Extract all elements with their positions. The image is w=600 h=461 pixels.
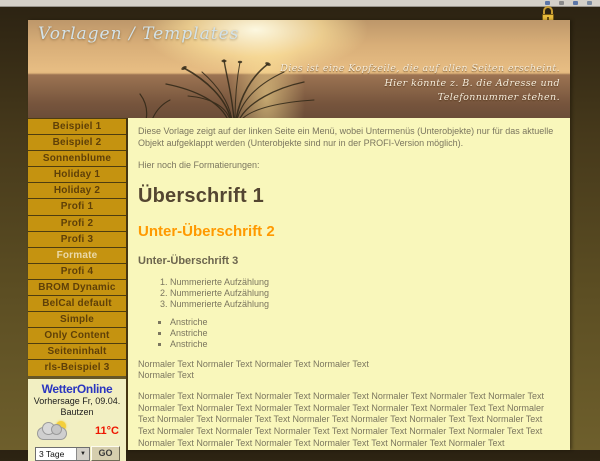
list-item: Anstriche — [170, 317, 558, 328]
sun-behind-cloud-icon — [37, 421, 71, 441]
sidebar-item-only-content[interactable]: Only Content — [28, 327, 126, 343]
weather-widget: WetterOnline Vorhersage Fr, 09.04. Bautz… — [28, 379, 126, 461]
sidebar-item-brom-dynamic[interactable]: BROM Dynamic — [28, 279, 126, 295]
heading-1: Überschrift 1 — [138, 183, 558, 209]
sidebar-item-seiteninhalt[interactable]: Seiteninhalt — [28, 343, 126, 359]
sidebar-menu: Beispiel 1 Beispiel 2 Sonnenblume Holida… — [28, 118, 126, 376]
chevron-down-icon[interactable]: ▼ — [76, 448, 89, 460]
list-item: Anstriche — [170, 339, 558, 350]
sidebar-item-simple[interactable]: Simple — [28, 311, 126, 327]
normal-text-long: Normaler Text Normaler Text Normaler Tex… — [138, 391, 558, 449]
intro-paragraph: Diese Vorlage zeigt auf der linken Seite… — [138, 126, 558, 149]
browser-titlebar: Templates - Allgemeine Formate für Texte… — [0, 0, 600, 7]
main-content: Diese Vorlage zeigt auf der linken Seite… — [128, 118, 570, 450]
sidebar-item-beispiel-1[interactable]: Beispiel 1 — [28, 118, 126, 134]
sidebar-item-profi-3[interactable]: Profi 3 — [28, 231, 126, 247]
forecast-label: Vorhersage Fr, 09.04. — [28, 396, 126, 407]
sidebar-item-rls-beispiel-3[interactable]: rls-Beispiel 3 — [28, 359, 126, 375]
browser-toolbar-icons[interactable] — [545, 1, 592, 5]
sidebar-item-profi-1[interactable]: Profi 1 — [28, 198, 126, 214]
temperature-value: 11°C — [95, 425, 119, 437]
wetteronline-logo[interactable]: WetterOnline — [28, 382, 126, 396]
site-title: Vorlagen / Templates — [38, 24, 239, 44]
heading-2: Unter-Überschrift 2 — [138, 222, 558, 242]
template-page: Vorlagen / Templates Dies ist eine Kopfz… — [28, 20, 570, 450]
sidebar-item-belcal-default[interactable]: BelCal default — [28, 295, 126, 311]
normal-text-short: Normaler Text Normaler Text Normaler Tex… — [138, 359, 558, 382]
sidebar: Beispiel 1 Beispiel 2 Sonnenblume Holida… — [28, 118, 128, 450]
forecast-range-select[interactable]: 3 Tage ▼ — [35, 447, 90, 461]
sidebar-item-beispiel-2[interactable]: Beispiel 2 — [28, 134, 126, 150]
sidebar-item-holiday-2[interactable]: Holiday 2 — [28, 182, 126, 198]
sidebar-item-profi-2[interactable]: Profi 2 — [28, 215, 126, 231]
go-button[interactable]: GO — [91, 446, 120, 461]
grass-silhouette — [136, 58, 326, 118]
lock-icon[interactable] — [542, 6, 554, 20]
forecast-range-value: 3 Tage — [36, 448, 76, 460]
sidebar-item-sonnenblume[interactable]: Sonnenblume — [28, 150, 126, 166]
sidebar-item-profi-4[interactable]: Profi 4 — [28, 263, 126, 279]
sidebar-item-formate[interactable]: Formate — [28, 247, 126, 263]
list-item: Anstriche — [170, 328, 558, 339]
header-banner-image: Vorlagen / Templates Dies ist eine Kopfz… — [28, 20, 570, 118]
list-item: Nummerierte Aufzählung — [170, 299, 558, 310]
browser-tab-title[interactable]: Templates - Allgemeine Formate für Texte… — [0, 6, 89, 7]
forecast-city: Bautzen — [28, 407, 126, 418]
list-item: Nummerierte Aufzählung — [170, 277, 558, 288]
formats-label: Hier noch die Formatierungen: — [138, 160, 558, 172]
sidebar-item-holiday-1[interactable]: Holiday 1 — [28, 166, 126, 182]
numbered-list: Nummerierte Aufzählung Nummerierte Aufzä… — [138, 277, 558, 310]
list-item: Nummerierte Aufzählung — [170, 288, 558, 299]
heading-3: Unter-Überschrift 3 — [138, 254, 558, 268]
bullet-list: Anstriche Anstriche Anstriche — [138, 317, 558, 350]
